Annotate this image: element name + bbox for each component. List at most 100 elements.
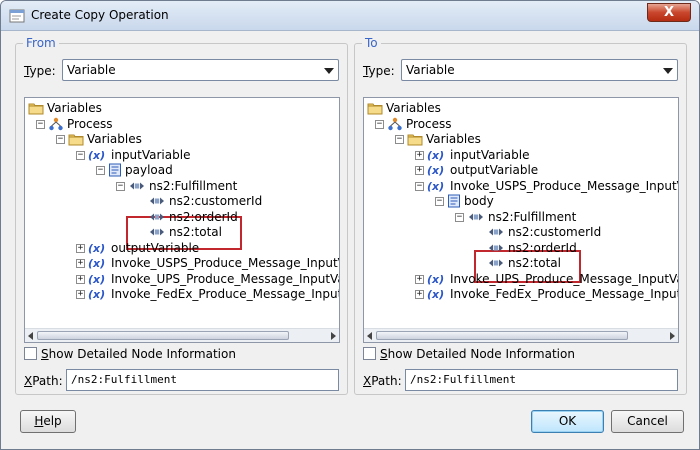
- scroll-right-icon[interactable]: [331, 332, 336, 340]
- tree-node-label: ns2:total: [169, 225, 222, 239]
- to-type-select[interactable]: Variable: [401, 59, 678, 81]
- tree-node[interactable]: ns2:total: [148, 225, 222, 240]
- tree-node[interactable]: (x) Invoke_UPS_Produce_Message_InputVar: [427, 272, 678, 287]
- svg-text:(x): (x): [88, 242, 105, 255]
- tree-expander[interactable]: −: [455, 212, 464, 222]
- from-show-detail-row[interactable]: Show Detailed Node Information: [24, 346, 236, 362]
- tree-node-label: ns2:total: [508, 256, 561, 270]
- variable-icon: (x): [88, 287, 108, 305]
- to-show-detail-checkbox[interactable]: [363, 347, 376, 360]
- svg-text:(x): (x): [427, 180, 444, 193]
- tree-node-label: body: [464, 194, 494, 208]
- tree-node-label: outputVariable: [111, 240, 200, 255]
- from-horizontal-scrollbar[interactable]: [25, 328, 339, 342]
- tree-expander[interactable]: −: [96, 166, 105, 175]
- tree-expander[interactable]: +: [76, 274, 85, 284]
- scroll-thumb[interactable]: [37, 331, 289, 340]
- tree-node[interactable]: (x) outputVariable: [427, 163, 538, 178]
- tree-expander[interactable]: +: [76, 243, 85, 253]
- tree-node[interactable]: ns2:Fulfillment: [467, 210, 576, 225]
- tree-node[interactable]: Variables: [68, 132, 142, 147]
- tree-expander[interactable]: +: [415, 290, 424, 299]
- tree-node[interactable]: (x) inputVariable: [88, 148, 190, 163]
- variable-icon: (x): [88, 148, 108, 166]
- tree-node-label: Invoke_USPS_Produce_Message_InputVa: [111, 256, 340, 270]
- scroll-left-icon[interactable]: [367, 332, 372, 340]
- tree-node-label: Variables: [47, 101, 102, 115]
- tree-expander[interactable]: −: [435, 197, 444, 206]
- scroll-thumb[interactable]: [376, 331, 628, 340]
- tree-node[interactable]: Process: [387, 117, 452, 132]
- scroll-left-icon[interactable]: [28, 332, 33, 340]
- from-tree[interactable]: Variables − Process − Variables − (x) inputVari…: [24, 97, 340, 343]
- title-bar[interactable]: Create Copy Operation X: [1, 1, 699, 31]
- ok-button[interactable]: OK: [531, 410, 604, 433]
- to-horizontal-scrollbar[interactable]: [364, 328, 678, 342]
- folder-icon: [28, 101, 44, 119]
- app-icon: [9, 9, 25, 23]
- svg-text:(x): (x): [427, 273, 444, 286]
- tree-node[interactable]: (x) inputVariable: [427, 148, 529, 163]
- tree-node[interactable]: Variables: [28, 101, 102, 116]
- process-icon: [48, 117, 64, 135]
- tree-node[interactable]: body: [447, 194, 494, 209]
- from-type-label: Type:: [24, 64, 56, 78]
- scroll-right-icon[interactable]: [670, 332, 675, 340]
- tree-expander[interactable]: −: [395, 135, 404, 144]
- tree-node[interactable]: payload: [108, 163, 173, 178]
- tree-node[interactable]: Variables: [367, 101, 441, 116]
- tree-node-label: Invoke_USPS_Produce_Message_InputVa: [450, 178, 679, 193]
- tree-expander[interactable]: −: [76, 150, 85, 160]
- from-xpath-input[interactable]: /ns2:Fulfillment: [66, 369, 339, 391]
- to-xpath-input[interactable]: /ns2:Fulfillment: [405, 369, 678, 391]
- tree-expander[interactable]: −: [56, 135, 65, 144]
- to-tree[interactable]: Variables − Process − Variables + (x) inputVari…: [363, 97, 679, 343]
- tree-expander[interactable]: −: [415, 181, 424, 191]
- help-button[interactable]: Help: [20, 410, 76, 433]
- tree-node-label: ns2:Fulfillment: [488, 209, 577, 224]
- tree-expander[interactable]: +: [415, 166, 424, 175]
- close-button[interactable]: X: [647, 3, 691, 22]
- tree-node[interactable]: ns2:customerId: [487, 225, 601, 240]
- tree-node[interactable]: ns2:orderId: [487, 241, 577, 256]
- to-type-value: Variable: [406, 63, 455, 77]
- tree-node[interactable]: ns2:total: [487, 256, 561, 271]
- tree-node[interactable]: (x) outputVariable: [88, 241, 199, 256]
- cancel-button[interactable]: Cancel: [611, 410, 684, 433]
- tree-node[interactable]: (x) Invoke_USPS_Produce_Message_InputVa: [427, 178, 679, 197]
- tree-expander[interactable]: +: [76, 259, 85, 268]
- svg-text:(x): (x): [427, 149, 444, 162]
- from-label: From: [23, 36, 59, 50]
- tree-node[interactable]: ns2:Fulfillment: [128, 179, 237, 194]
- svg-text:(x): (x): [88, 149, 105, 162]
- process-icon: [387, 117, 403, 135]
- tree-node-label: ns2:orderId: [169, 209, 238, 224]
- tree-node[interactable]: ns2:customerId: [148, 194, 262, 209]
- tree-node-label: ns2:Fulfillment: [149, 178, 238, 193]
- tree-node[interactable]: (x) Invoke_FedEx_Produce_Message_InputV: [88, 287, 339, 305]
- tree-node[interactable]: (x) Invoke_USPS_Produce_Message_InputVa: [88, 256, 340, 271]
- to-show-detail-row[interactable]: Show Detailed Node Information: [363, 346, 575, 362]
- tree-expander[interactable]: +: [415, 274, 424, 284]
- tree-expander[interactable]: +: [415, 150, 424, 160]
- tree-node[interactable]: Process: [48, 117, 113, 132]
- window-title: Create Copy Operation: [31, 8, 169, 22]
- tree-node-label: Process: [406, 116, 452, 131]
- from-show-detail-checkbox[interactable]: [24, 347, 37, 360]
- tree-node-label: ns2:customerId: [508, 225, 602, 239]
- tree-node-label: Variables: [386, 101, 441, 115]
- tree-node-label: Variables: [87, 132, 142, 146]
- tree-node[interactable]: (x) Invoke_UPS_Produce_Message_InputVar: [88, 272, 339, 287]
- tree-node[interactable]: ns2:orderId: [148, 210, 238, 225]
- tree-node[interactable]: (x) Invoke_FedEx_Produce_Message_InputV: [427, 287, 678, 302]
- svg-text:(x): (x): [427, 288, 444, 301]
- tree-expander[interactable]: +: [76, 290, 85, 299]
- tree-expander[interactable]: −: [375, 119, 384, 129]
- tree-expander[interactable]: −: [116, 181, 125, 191]
- svg-text:(x): (x): [88, 288, 105, 301]
- message-part-icon: [447, 194, 461, 212]
- from-type-select[interactable]: Variable: [62, 59, 339, 81]
- tree-node[interactable]: Variables: [407, 132, 481, 147]
- variable-icon: (x): [427, 179, 447, 197]
- tree-expander[interactable]: −: [36, 119, 45, 129]
